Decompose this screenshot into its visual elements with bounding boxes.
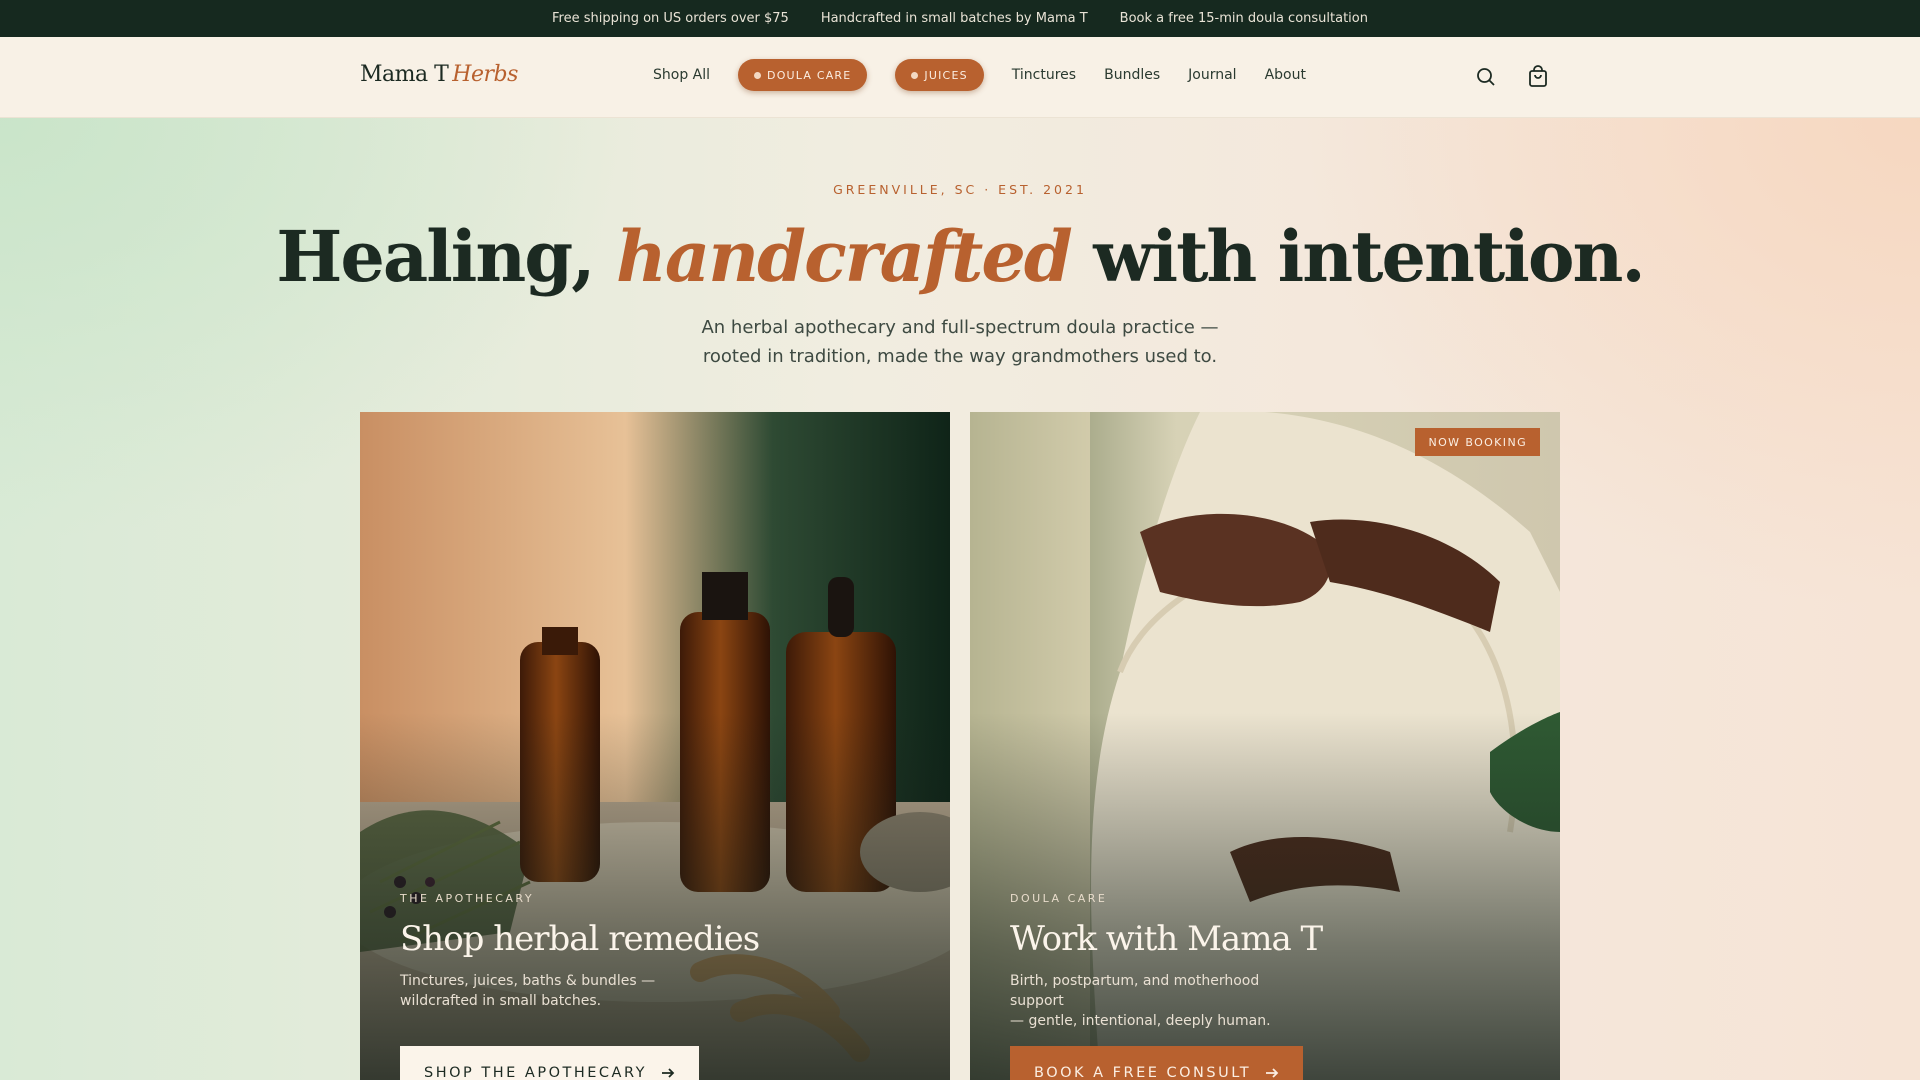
headline-part1: Healing, — [276, 215, 616, 298]
announcement-handcrafted: Handcrafted in small batches by Mama T — [820, 11, 1088, 26]
shop-apothecary-label: SHOP THE APOTHECARY — [424, 1065, 647, 1080]
subtitle-line-1: An herbal apothecary and full-spectrum d… — [701, 317, 1219, 338]
shopping-bag-icon[interactable] — [1526, 65, 1550, 89]
arrow-right-icon — [1266, 1068, 1279, 1078]
dot-icon — [754, 71, 762, 79]
apothecary-desc-line-2: wildcrafted in small batches. — [400, 993, 602, 1009]
apothecary-description: Tinctures, juices, baths & bundles — wil… — [400, 971, 700, 1011]
dot-icon — [911, 71, 919, 79]
doula-desc-line-1: Birth, postpartum, and motherhood suppor… — [1010, 973, 1260, 1009]
subtitle-line-2: rooted in tradition, made the way grandm… — [702, 346, 1218, 367]
doula-card-text: DOULA CARE Work with Mama T Birth, postp… — [1010, 892, 1323, 1031]
main-nav: Shop All DOULA CARE JUICES Tinctures Bun… — [653, 59, 1306, 91]
announcement-consultation[interactable]: Book a free 15-min doula consultation — [1120, 11, 1368, 26]
doula-eyebrow: DOULA CARE — [1010, 892, 1108, 905]
nav-doula-care-pill[interactable]: DOULA CARE — [738, 59, 868, 91]
doula-card[interactable]: NOW BOOKING DOULA CARE Work with Mama T … — [970, 412, 1560, 1080]
apothecary-desc-line-1: Tinctures, juices, baths & bundles — — [400, 973, 656, 989]
headline-part2: with intention. — [1070, 215, 1646, 298]
doula-title: Work with Mama T — [1010, 919, 1323, 959]
site-header: Mama T Herbs Shop All DOULA CARE JUICES T… — [0, 37, 1920, 118]
nav-bundles[interactable]: Bundles — [1104, 67, 1160, 83]
now-booking-badge: NOW BOOKING — [1415, 428, 1540, 456]
hero-eyebrow: GREENVILLE, SC · EST. 2021 — [833, 182, 1087, 197]
nav-doula-care-label: DOULA CARE — [767, 68, 852, 82]
arrow-right-icon — [661, 1068, 675, 1078]
nav-juices-pill[interactable]: JUICES — [895, 59, 984, 91]
hero-headline: Healing, handcrafted with intention. — [0, 213, 1920, 301]
apothecary-eyebrow: THE APOTHECARY — [400, 892, 535, 905]
apothecary-title: Shop herbal remedies — [400, 919, 760, 959]
logo-main-text: Mama T — [360, 62, 449, 87]
nav-tinctures[interactable]: Tinctures — [1012, 67, 1076, 83]
hero-section: GREENVILLE, SC · EST. 2021 Healing, hand… — [0, 118, 1920, 1080]
announcement-shipping: Free shipping on US orders over $75 — [552, 11, 789, 26]
apothecary-card[interactable]: THE APOTHECARY Shop herbal remedies Tinc… — [360, 412, 950, 1080]
nav-journal[interactable]: Journal — [1188, 67, 1236, 83]
book-consult-button[interactable]: BOOK A FREE CONSULT — [1010, 1046, 1304, 1080]
doula-description: Birth, postpartum, and motherhood suppor… — [1010, 971, 1310, 1031]
shop-apothecary-button[interactable]: SHOP THE APOTHECARY — [400, 1046, 699, 1080]
doula-desc-line-2: — gentle, intentional, deeply human. — [1010, 1013, 1271, 1029]
headline-emphasis: handcrafted — [615, 215, 1073, 298]
site-logo[interactable]: Mama T Herbs — [360, 62, 518, 87]
hero-subtitle: An herbal apothecary and full-spectrum d… — [0, 313, 1920, 371]
nav-shop-all[interactable]: Shop All — [653, 67, 710, 83]
search-icon[interactable] — [1474, 65, 1498, 89]
nav-about[interactable]: About — [1265, 67, 1306, 83]
nav-juices-label: JUICES — [924, 68, 968, 82]
book-consult-label: BOOK A FREE CONSULT — [1034, 1065, 1252, 1080]
announcement-bar: Free shipping on US orders over $75 Hand… — [0, 0, 1920, 37]
apothecary-card-text: THE APOTHECARY Shop herbal remedies Tinc… — [400, 892, 760, 1011]
logo-accent-text: Herbs — [452, 62, 518, 87]
